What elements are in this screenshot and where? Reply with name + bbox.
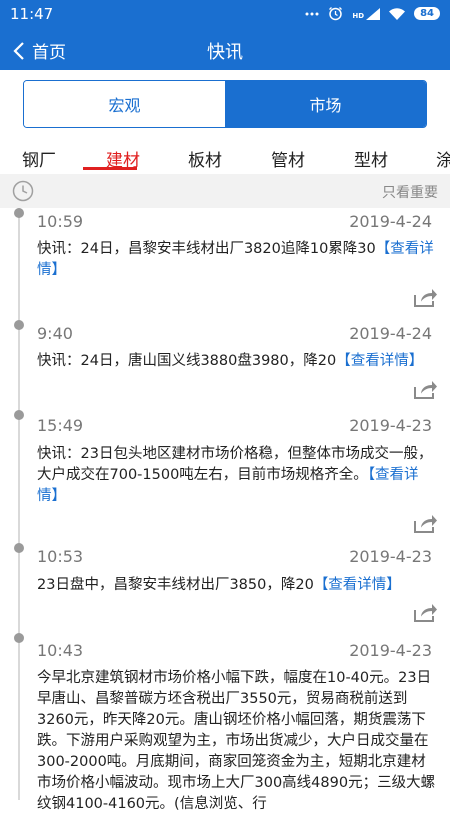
share-icon[interactable]	[412, 378, 438, 400]
segment-area: 宏观 市场	[0, 70, 450, 140]
share-icon[interactable]	[412, 286, 438, 308]
tab-plate[interactable]: 板材	[188, 146, 222, 171]
timeline-dot	[14, 633, 24, 643]
tab-section-steel[interactable]: 型材	[354, 146, 388, 171]
tab-pipe[interactable]: 管材	[271, 146, 305, 171]
news-date: 2019-4-24	[349, 324, 432, 343]
news-time: 9:40	[37, 324, 73, 343]
news-text: 今早北京建筑钢材市场价格小幅下跌，幅度在10-40元。23日早唐山、昌黎普碳方坯…	[37, 670, 436, 812]
share-icon[interactable]	[412, 601, 438, 623]
wifi-icon	[389, 7, 406, 20]
hd-label: HD	[352, 11, 365, 20]
news-text-block: 快讯：24日，唐山国义线3880盘3980，降20【查看详情】	[37, 351, 437, 372]
news-date: 2019-4-23	[349, 547, 432, 566]
news-time: 10:59	[37, 212, 84, 231]
news-text-block: 今早北京建筑钢材市场价格小幅下跌，幅度在10-40元。23日早唐山、昌黎普碳方坯…	[37, 668, 437, 815]
news-text-block: 23日盘中，昌黎安丰线材出厂3850，降20【查看详情】	[37, 575, 437, 596]
clock-icon	[12, 180, 34, 202]
nav-bar: 首页 快讯	[0, 30, 450, 70]
news-date: 2019-4-23	[349, 416, 432, 435]
tab-coated[interactable]: 涂	[436, 146, 450, 171]
segmented-control: 宏观 市场	[23, 80, 427, 128]
news-time: 10:43	[37, 641, 84, 660]
signal-icon	[366, 7, 381, 20]
filter-bar: 只看重要	[0, 174, 450, 208]
active-tab-indicator	[83, 167, 137, 170]
timeline-dot	[14, 410, 24, 420]
category-tabs: 钢厂 建材 板材 管材 型材 涂	[0, 140, 450, 172]
status-time: 11:47	[10, 5, 54, 23]
status-bar: 11:47 HD 84	[0, 0, 450, 30]
view-details-link[interactable]: 【查看详情】	[314, 577, 401, 593]
view-details-link[interactable]: 【查看详情】	[336, 353, 423, 369]
news-time: 10:53	[37, 547, 84, 566]
news-text: 23日盘中，昌黎安丰线材出厂3850，降20	[37, 577, 314, 593]
battery-indicator: 84	[414, 7, 440, 20]
share-icon[interactable]	[412, 512, 438, 534]
alarm-icon	[329, 7, 343, 21]
news-time: 15:49	[37, 416, 84, 435]
segment-macro[interactable]: 宏观	[24, 81, 225, 127]
more-dots-icon	[305, 12, 319, 15]
tab-steel-mill[interactable]: 钢厂	[22, 146, 56, 171]
signal-group: HD	[352, 7, 381, 20]
important-only-toggle[interactable]: 只看重要	[382, 182, 438, 202]
segment-market[interactable]: 市场	[225, 81, 426, 127]
news-text: 快讯：24日，昌黎安丰线材出厂3820追降10累降30	[37, 241, 376, 257]
timeline-dot	[14, 208, 24, 218]
status-icons: HD 84	[305, 6, 440, 21]
timeline-line	[18, 208, 20, 800]
news-date: 2019-4-24	[349, 212, 432, 231]
timeline-dot	[14, 320, 24, 330]
news-text-block: 快讯：23日包头地区建材市场价格稳，但整体市场成交一般，大户成交在700-150…	[37, 444, 437, 507]
news-text: 快讯：24日，唐山国义线3880盘3980，降20	[37, 353, 337, 369]
news-date: 2019-4-23	[349, 641, 432, 660]
timeline-dot	[14, 543, 24, 553]
news-text-block: 快讯：24日，昌黎安丰线材出厂3820追降10累降30【查看详情】	[37, 239, 437, 281]
page-title: 快讯	[207, 42, 243, 63]
